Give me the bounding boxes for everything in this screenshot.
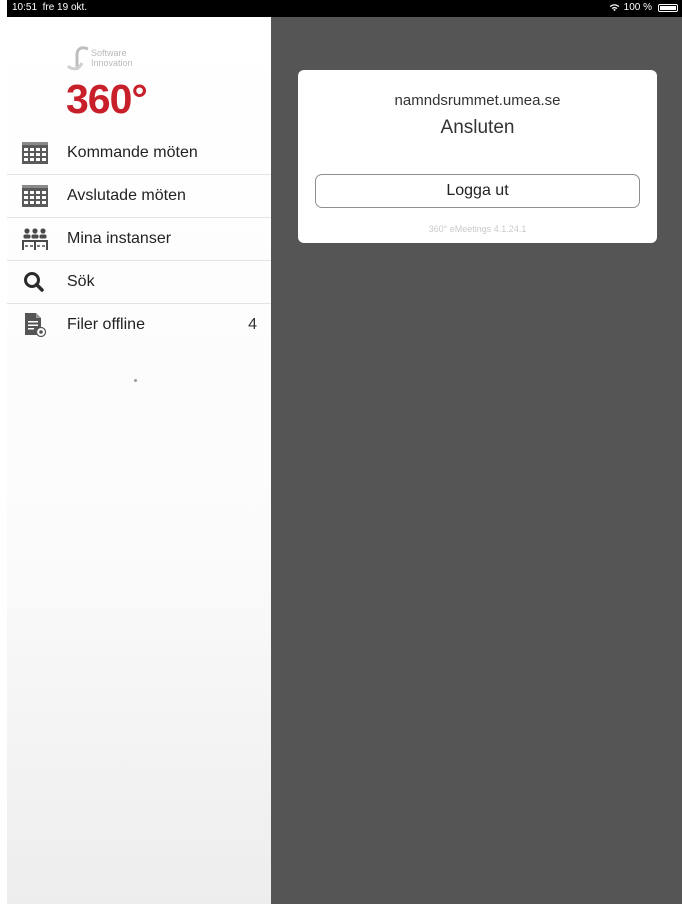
status-date: fre 19 okt. [42,2,88,13]
battery-percent: 100 % [623,2,652,13]
sidebar-item-label: Avslutade möten [67,187,186,204]
sidebar-item-mina-instanser[interactable]: Mina instanser [7,218,271,261]
software-innovation-logo: Software Innovation 360° [66,45,157,125]
server-host: namndsrummet.umea.se [394,92,561,109]
ipad-screen: 10:51 fre 19 okt. 100 % Software Innovat… [0,0,682,904]
sidebar: Software Innovation 360° Kommande möten [7,17,271,904]
sidebar-item-sok[interactable]: Sök [7,261,271,304]
search-icon [24,272,44,292]
logo-text-software: Software [91,48,127,58]
sidebar-item-filer-offline[interactable]: Filer offline 4 [7,304,271,347]
logout-button[interactable]: Logga ut [315,174,640,208]
app-version: 360° eMeetings 4.1.24.1 [428,224,527,234]
sidebar-item-label: Mina instanser [67,230,172,247]
sidebar-item-label: Sök [67,273,95,290]
connection-card: namndsrummet.umea.se Ansluten Logga ut 3… [298,70,657,243]
logo-360: 360° [66,76,148,122]
decorative-dot [134,379,137,382]
status-bar: 10:51 fre 19 okt. 100 % [7,0,682,17]
sidebar-item-label: Filer offline [67,316,145,333]
sidebar-item-label: Kommande möten [67,144,198,161]
logo-text-innovation: Innovation [91,58,133,68]
wifi-icon [609,4,619,12]
people-group-icon [22,228,48,250]
battery-icon [658,3,678,12]
sidebar-menu: Kommande möten Avslutade möten Mina inst… [7,132,271,347]
offline-file-icon [25,313,47,337]
sidebar-item-count: 4 [248,316,257,333]
status-time-date: 10:51 fre 19 okt. [12,2,87,13]
sidebar-item-kommande-moten[interactable]: Kommande möten [7,132,271,175]
calendar-icon [22,142,48,164]
status-time: 10:51 [12,2,38,13]
sidebar-item-avslutade-moten[interactable]: Avslutade möten [7,175,271,218]
logo-mark-icon [67,46,89,71]
status-right: 100 % [609,2,678,13]
connection-status: Ansluten [440,117,515,138]
calendar-icon [22,185,48,207]
main-content: namndsrummet.umea.se Ansluten Logga ut 3… [271,17,682,904]
